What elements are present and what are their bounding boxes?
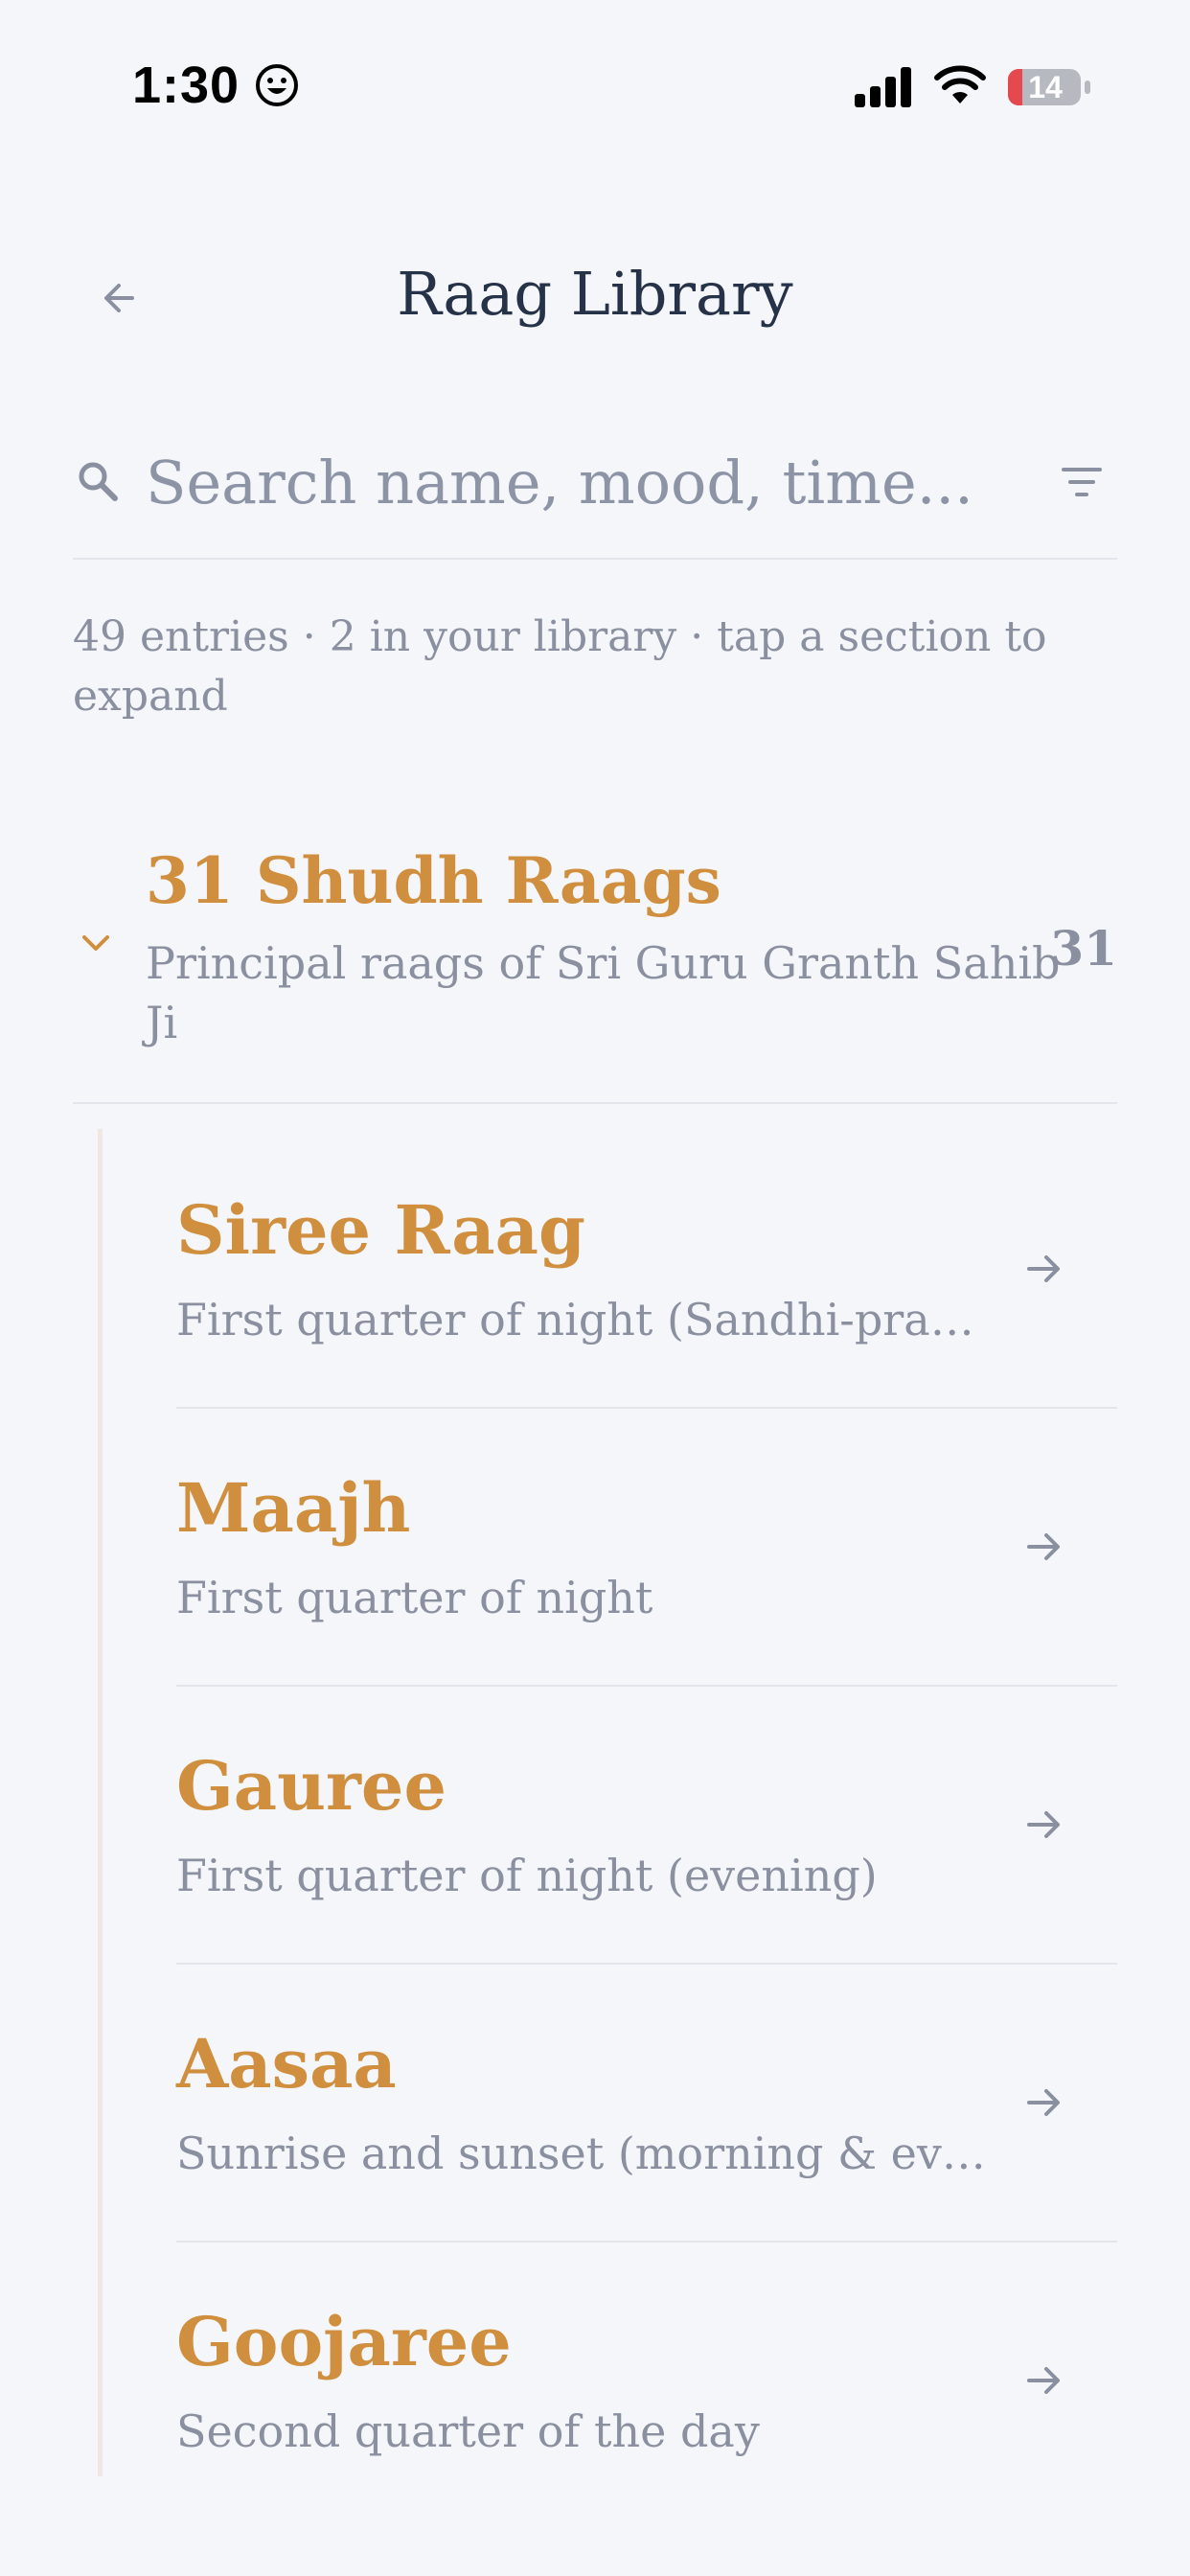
section-rail bbox=[98, 1129, 103, 2476]
raag-description: First quarter of night bbox=[176, 1572, 653, 1623]
raag-name: Siree Raag bbox=[176, 1190, 585, 1270]
search-icon bbox=[79, 462, 118, 501]
search-input[interactable] bbox=[146, 439, 1008, 525]
raag-name: Maajh bbox=[176, 1468, 411, 1548]
section-title: 31 Shudh Raags bbox=[146, 843, 721, 918]
arrow-right-icon bbox=[1027, 1533, 1060, 1560]
status-time: 1:30 bbox=[132, 57, 240, 114]
battery-level: 14 bbox=[1028, 70, 1063, 104]
list-item-goojaree[interactable]: Goojaree Second quarter of the day bbox=[176, 2242, 1117, 2520]
library-summary: 49 entries · 2 in your library · tap a s… bbox=[73, 612, 1047, 721]
filter-icon[interactable] bbox=[1058, 458, 1106, 506]
list-item-siree-raag[interactable]: Siree Raag First quarter of night (Sandh… bbox=[176, 1131, 1117, 1409]
section-count: 31 bbox=[1050, 920, 1117, 977]
list-item-gauree[interactable]: Gauree First quarter of night (evening) bbox=[176, 1687, 1117, 1965]
section-header-shudh-raags[interactable]: 31 Shudh Raags Principal raags of Sri Gu… bbox=[73, 834, 1117, 1104]
page-title: Raag Library bbox=[397, 259, 793, 329]
status-bar: 1:30 14 bbox=[0, 0, 1190, 172]
list-item-maajh[interactable]: Maajh First quarter of night bbox=[176, 1409, 1117, 1687]
chevron-down-icon bbox=[82, 935, 109, 951]
raag-name: Goojaree bbox=[176, 2302, 512, 2381]
arrow-right-icon bbox=[1027, 2089, 1060, 2116]
list-item-aasaa[interactable]: Aasaa Sunrise and sunset (morning & even… bbox=[176, 1965, 1117, 2242]
signal-icon bbox=[855, 67, 911, 107]
arrow-right-icon bbox=[1027, 1811, 1060, 1838]
raag-name: Aasaa bbox=[176, 2024, 397, 2104]
raag-name: Gauree bbox=[176, 1746, 446, 1826]
raag-list: Siree Raag First quarter of night (Sandh… bbox=[176, 1131, 1117, 2520]
wifi-icon bbox=[934, 65, 986, 104]
search-bar bbox=[73, 422, 1117, 560]
raag-description: Second quarter of the day bbox=[176, 2405, 760, 2457]
arrow-right-icon bbox=[1027, 1255, 1060, 1282]
arrow-right-icon bbox=[1027, 2367, 1060, 2394]
raag-description: Sunrise and sunset (morning & even... bbox=[176, 2128, 991, 2179]
emoji-icon bbox=[256, 64, 298, 106]
section-subtitle: Principal raags of Sri Guru Granth Sahib… bbox=[146, 937, 1061, 1048]
raag-description: First quarter of night (Sandhi-praka... bbox=[176, 1294, 991, 1346]
raag-description: First quarter of night (evening) bbox=[176, 1850, 878, 1901]
